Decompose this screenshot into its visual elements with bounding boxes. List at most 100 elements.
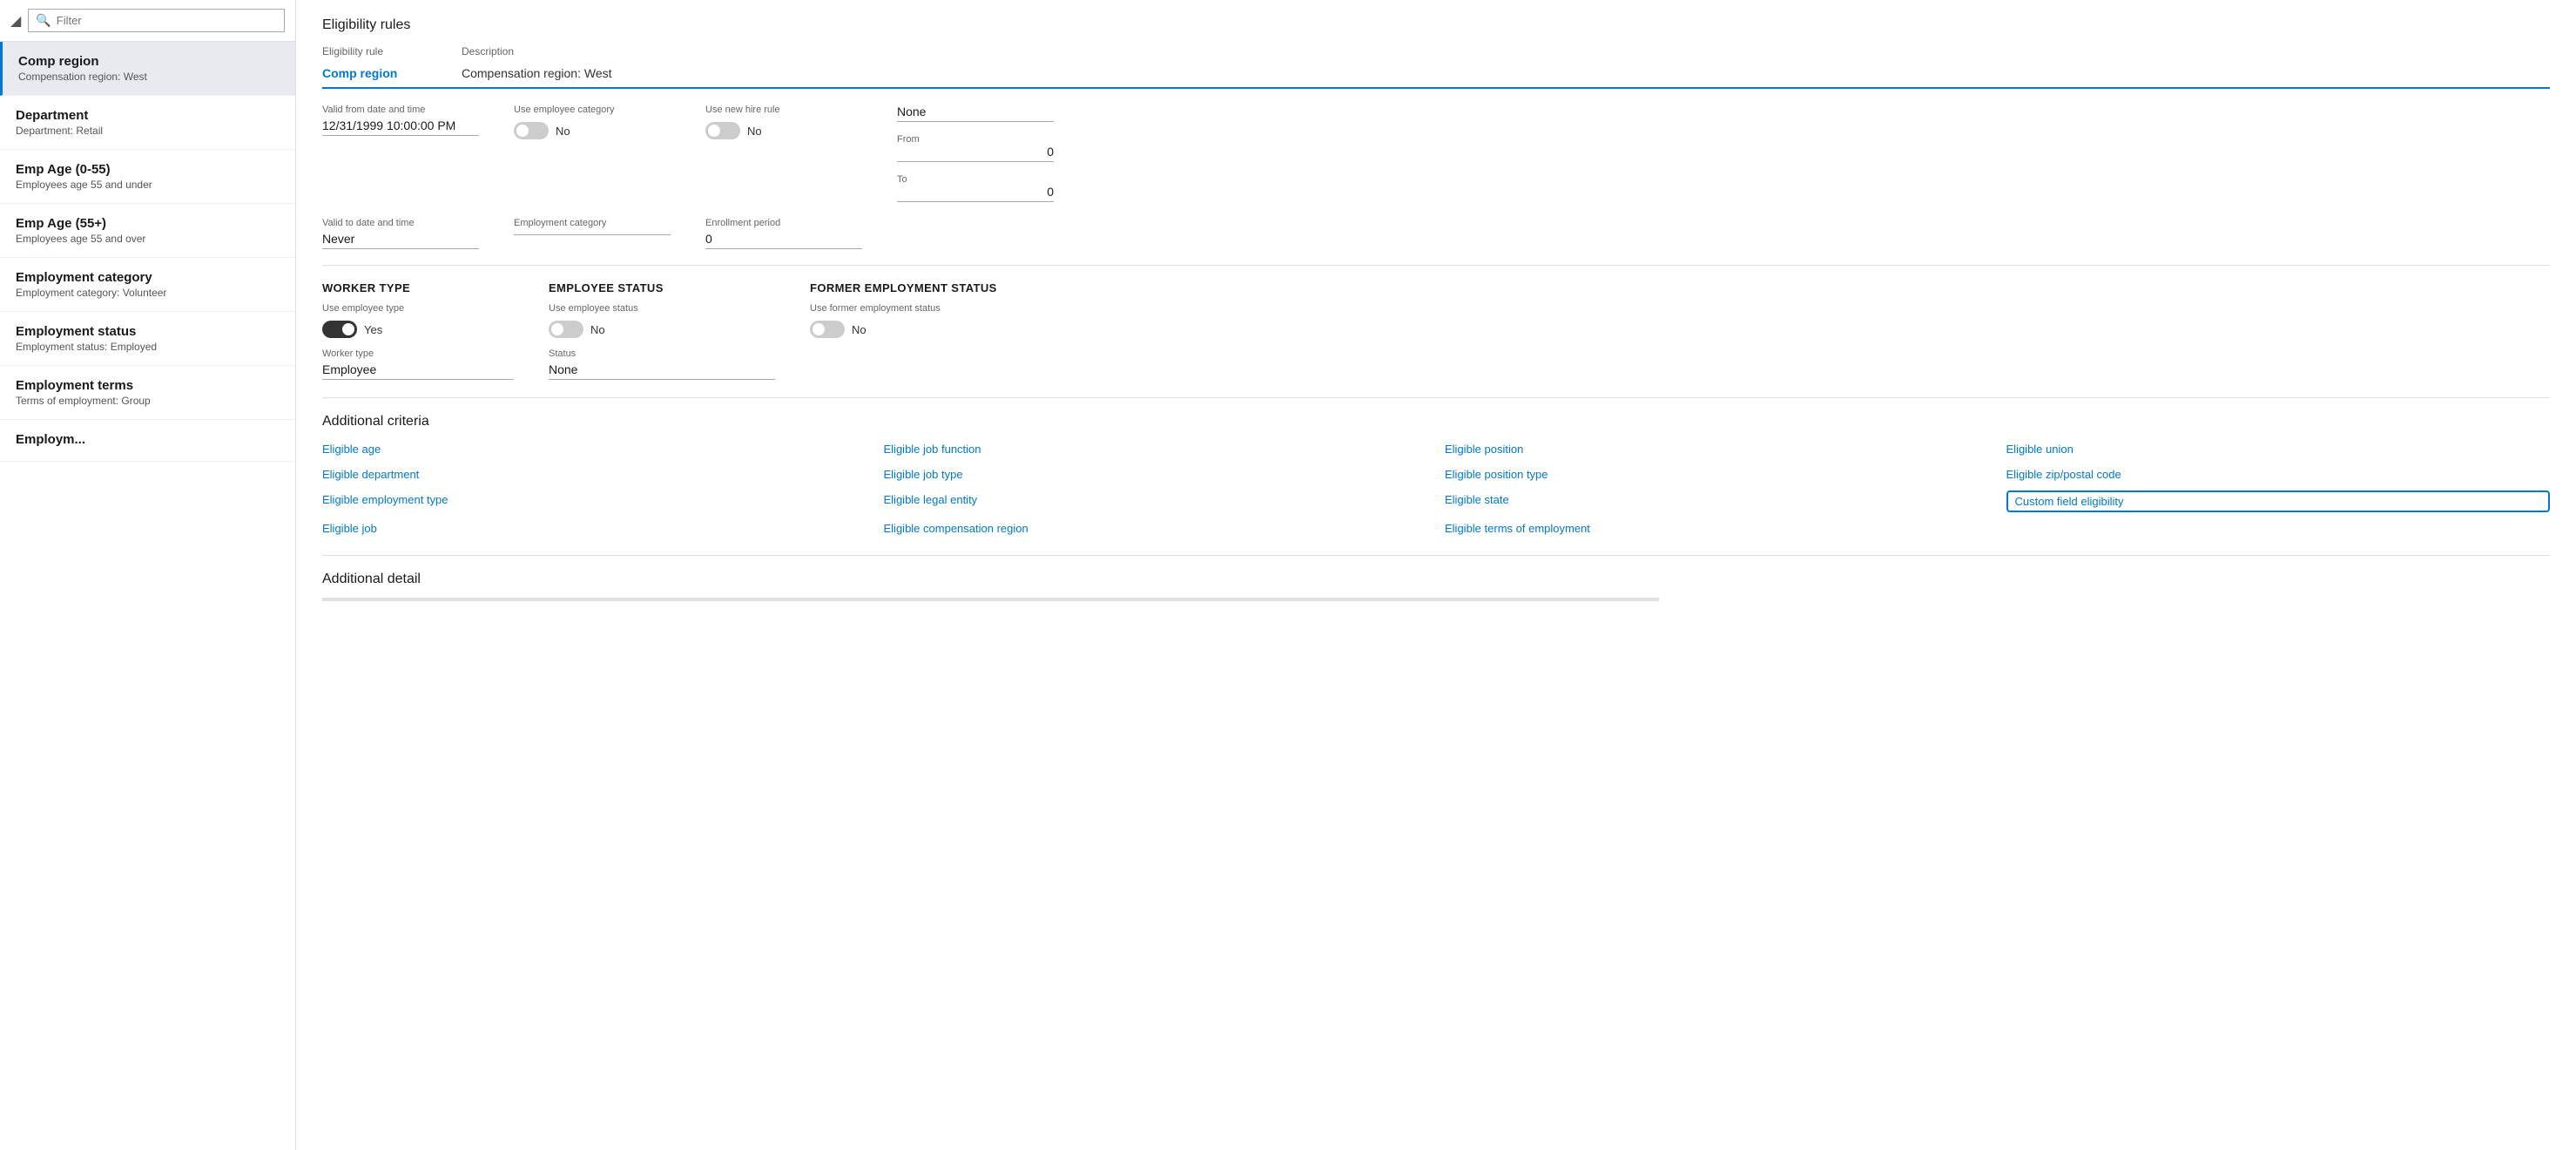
use-employee-category-value: No: [556, 125, 570, 138]
criteria-link-9[interactable]: Eligible legal entity: [884, 490, 1428, 512]
criteria-link-10[interactable]: Eligible state: [1445, 490, 1989, 512]
worker-type-field: Worker type Employee: [322, 348, 514, 380]
use-employee-category-label: Use employee category: [514, 105, 671, 115]
sidebar-item-title-2: Emp Age (0-55): [16, 162, 280, 177]
search-box[interactable]: 🔍: [28, 9, 285, 32]
additional-detail-title: Additional detail: [322, 572, 2550, 587]
valid-from-label: Valid from date and time: [322, 105, 479, 115]
enrollment-period-label: Enrollment period: [705, 218, 862, 228]
form-row-2: Valid to date and time Never Employment …: [322, 218, 2550, 249]
enrollment-period-value[interactable]: 0: [705, 232, 862, 249]
sidebar-item-4[interactable]: Employment categoryEmployment category: …: [0, 258, 295, 312]
filter-icon[interactable]: ◢: [10, 12, 21, 30]
valid-to-value[interactable]: Never: [322, 232, 479, 249]
sidebar-item-title-0: Comp region: [18, 54, 280, 69]
use-employee-status-toggle[interactable]: [549, 321, 583, 338]
use-former-employment-value: No: [852, 323, 867, 336]
sidebar-item-title-6: Employment terms: [16, 378, 280, 393]
employee-status-column: EMPLOYEE STATUS Use employee status No S…: [549, 281, 775, 380]
search-input[interactable]: [57, 14, 277, 27]
use-former-employment-label: Use former employment status: [810, 303, 1054, 314]
use-former-employment-field: Use former employment status No: [810, 303, 1054, 338]
criteria-grid: Eligible age Eligible job function Eligibl…: [322, 440, 2550, 538]
use-new-hire-rule-value: No: [747, 125, 762, 138]
sidebar-header: ◢ 🔍: [0, 0, 295, 42]
detail-bar: [322, 598, 1659, 601]
sidebar-items: Comp region Compensation region: West Depa…: [0, 42, 295, 1150]
use-former-employment-toggle[interactable]: [810, 321, 845, 338]
none-value[interactable]: None: [897, 105, 1054, 122]
sidebar-item-7[interactable]: Employm...: [0, 420, 295, 462]
sidebar-item-5[interactable]: Employment statusEmployment status: Empl…: [0, 312, 295, 366]
use-employee-status-slider: [549, 321, 583, 338]
sidebar-item-3[interactable]: Emp Age (55+)Employees age 55 and over: [0, 204, 295, 258]
use-employee-type-toggle[interactable]: [322, 321, 357, 338]
use-new-hire-rule-label: Use new hire rule: [705, 105, 862, 115]
tab-eligibility-rule[interactable]: Comp region: [322, 61, 444, 89]
employment-category-label: Employment category: [514, 218, 671, 228]
additional-criteria-section: Additional criteria Eligible ageEligible…: [322, 414, 2550, 538]
use-employee-status-field: Use employee status No: [549, 303, 775, 338]
sidebar-item-title-7: Employm...: [16, 432, 280, 447]
use-employee-category-toggle-row: No: [514, 122, 671, 139]
criteria-link-5[interactable]: Eligible job type: [884, 465, 1428, 484]
criteria-link-8[interactable]: Eligible employment type: [322, 490, 867, 512]
tab-description[interactable]: Compensation region: West: [462, 61, 626, 87]
from-label: From: [897, 134, 920, 145]
use-employee-status-value: No: [590, 323, 605, 336]
sidebar-item-title-1: Department: [16, 108, 280, 123]
from-value[interactable]: 0: [897, 145, 1054, 162]
criteria-link-7[interactable]: Eligible zip/postal code: [2006, 465, 2551, 484]
status-field: Status None: [549, 348, 775, 380]
none-field: None From 0 To 0: [897, 105, 1054, 202]
sidebar-item-sub-2: Employees age 55 and under: [16, 179, 280, 191]
sidebar-item-sub-3: Employees age 55 and over: [16, 233, 280, 245]
use-employee-category-field: Use employee category No: [514, 105, 671, 139]
page-title: Eligibility rules: [322, 17, 2550, 33]
criteria-link-13[interactable]: Eligible compensation region: [884, 519, 1428, 538]
use-employee-type-slider: [322, 321, 357, 338]
criteria-link-0[interactable]: Eligible age: [322, 440, 867, 458]
to-value[interactable]: 0: [897, 185, 1054, 202]
worker-type-label: Worker type: [322, 348, 514, 359]
sidebar-item-sub-0: Compensation region: West: [18, 71, 280, 83]
criteria-link-1[interactable]: Eligible job function: [884, 440, 1428, 458]
additional-criteria-title: Additional criteria: [322, 414, 2550, 430]
former-employment-section-title: FORMER EMPLOYMENT STATUS: [810, 281, 1054, 294]
use-new-hire-rule-toggle[interactable]: [705, 122, 740, 139]
use-employee-type-field: Use employee type Yes: [322, 303, 514, 338]
criteria-link-6[interactable]: Eligible position type: [1445, 465, 1989, 484]
worker-type-column: WORKER TYPE Use employee type Yes Worker…: [322, 281, 514, 380]
status-label: Status: [549, 348, 775, 359]
use-employee-type-label: Use employee type: [322, 303, 514, 314]
sidebar-item-6[interactable]: Employment termsTerms of employment: Gro…: [0, 366, 295, 420]
to-label: To: [897, 174, 907, 185]
worker-type-value[interactable]: Employee: [322, 362, 514, 380]
use-employee-category-toggle[interactable]: [514, 122, 549, 139]
use-employee-status-toggle-row: No: [549, 321, 775, 338]
criteria-link-3[interactable]: Eligible union: [2006, 440, 2551, 458]
use-employee-type-toggle-row: Yes: [322, 321, 514, 338]
former-employment-column: FORMER EMPLOYMENT STATUS Use former empl…: [810, 281, 1054, 338]
sidebar-item-2[interactable]: Emp Age (0-55) Employees age 55 and under: [0, 150, 295, 204]
criteria-link-11[interactable]: Custom field eligibility: [2006, 490, 2551, 512]
main-content: Eligibility rules Eligibility rule Comp …: [296, 0, 2576, 1150]
status-value[interactable]: None: [549, 362, 775, 380]
search-icon: 🔍: [36, 13, 51, 28]
form-section: Valid from date and time 12/31/1999 10:0…: [322, 105, 2550, 380]
tab-header: Eligibility rule Comp region Description…: [322, 45, 2550, 89]
criteria-link-2[interactable]: Eligible position: [1445, 440, 1989, 458]
valid-from-value[interactable]: 12/31/1999 10:00:00 PM: [322, 118, 479, 136]
use-former-employment-slider: [810, 321, 845, 338]
sidebar-item-0[interactable]: Comp region Compensation region: West: [0, 42, 295, 96]
tab-col-label-rule: Eligibility rule: [322, 45, 427, 61]
employee-status-section-title: EMPLOYEE STATUS: [549, 281, 775, 294]
employment-category-value[interactable]: [514, 232, 671, 235]
use-employee-category-slider: [514, 122, 549, 139]
divider-2: [322, 397, 2550, 398]
criteria-link-4[interactable]: Eligible department: [322, 465, 867, 484]
use-new-hire-rule-field: Use new hire rule No: [705, 105, 862, 139]
sidebar-item-1[interactable]: DepartmentDepartment: Retail: [0, 96, 295, 150]
criteria-link-12[interactable]: Eligible job: [322, 519, 867, 538]
criteria-link-14[interactable]: Eligible terms of employment: [1445, 519, 1989, 538]
